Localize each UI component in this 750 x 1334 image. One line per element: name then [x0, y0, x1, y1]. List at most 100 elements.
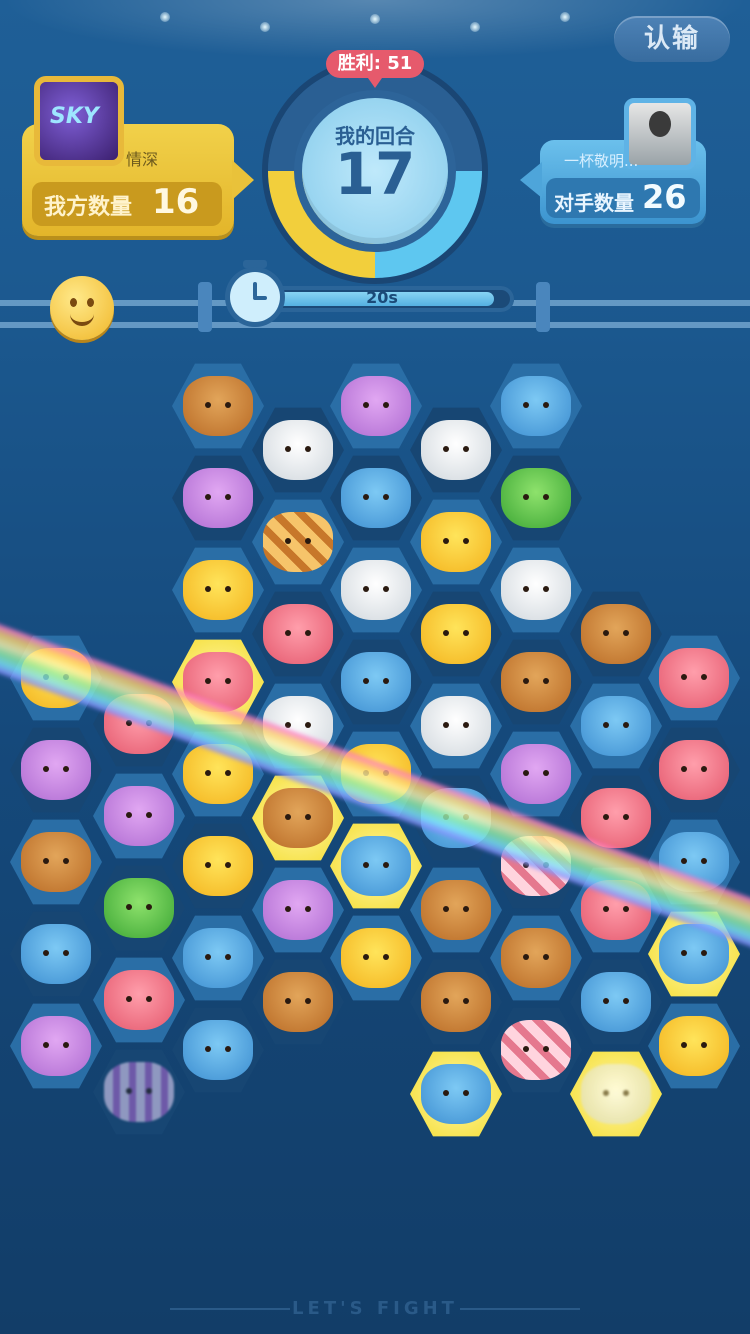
piece-eye: [543, 954, 549, 960]
board-cell[interactable]: [570, 591, 662, 677]
board-cell[interactable]: [172, 823, 264, 909]
board-cell[interactable]: [490, 915, 582, 1001]
board-cell[interactable]: [93, 1049, 185, 1135]
piece-eye: [681, 858, 687, 864]
pig-piece-icon: [104, 970, 174, 1030]
piece-eye: [126, 996, 132, 1002]
piece-eye: [543, 770, 549, 776]
board-cell[interactable]: [252, 959, 344, 1045]
board-cell[interactable]: [490, 547, 582, 633]
emoji-button[interactable]: [50, 276, 114, 340]
board-cell[interactable]: [10, 819, 102, 905]
board-cell[interactable]: [570, 959, 662, 1045]
stage-light-icon: [470, 22, 480, 32]
clock-top: [243, 260, 267, 268]
board-cell[interactable]: [330, 547, 422, 633]
board-cell[interactable]: [410, 591, 502, 677]
piece-eye: [363, 954, 369, 960]
board-cell[interactable]: [490, 455, 582, 541]
board-cell[interactable]: [490, 639, 582, 725]
bear-piece-icon: [501, 928, 571, 988]
chick-piece-icon: [421, 512, 491, 572]
chick-piece-icon: [421, 604, 491, 664]
piece-eye: [383, 494, 389, 500]
board-cell[interactable]: [570, 683, 662, 769]
piece-eye: [681, 674, 687, 680]
surrender-button[interactable]: 认输: [614, 16, 730, 62]
cloud-piece-icon: [501, 376, 571, 436]
piece-eye: [225, 1046, 231, 1052]
piece-eye: [523, 770, 529, 776]
piece-eye: [623, 814, 629, 820]
board-cell[interactable]: [93, 773, 185, 859]
board-cell[interactable]: [410, 1051, 502, 1137]
board-cell[interactable]: [172, 455, 264, 541]
piece-eye: [146, 1088, 152, 1094]
pig-piece-icon: [263, 604, 333, 664]
board-cell[interactable]: [252, 407, 344, 493]
piece-eye: [363, 678, 369, 684]
board-cell[interactable]: [330, 915, 422, 1001]
board-cell[interactable]: [172, 915, 264, 1001]
board-cell[interactable]: [93, 957, 185, 1043]
board-cell[interactable]: [330, 363, 422, 449]
board-cell[interactable]: [252, 867, 344, 953]
stripes-piece-icon: [104, 1062, 174, 1122]
chick-piece-icon: [183, 836, 253, 896]
piece-eye: [701, 858, 707, 864]
piece-eye: [43, 1042, 49, 1048]
opponent-panel-arrow: [520, 162, 542, 198]
board-cell[interactable]: [330, 823, 422, 909]
board-cell[interactable]: [252, 499, 344, 585]
piece-eye: [205, 954, 211, 960]
board-cell[interactable]: [410, 407, 502, 493]
cloud-piece-icon: [183, 1020, 253, 1080]
board-cell[interactable]: [330, 455, 422, 541]
bear-piece-icon: [21, 832, 91, 892]
board-cell[interactable]: [410, 867, 502, 953]
chick-piece-icon: [659, 1016, 729, 1076]
board-cell[interactable]: [410, 683, 502, 769]
board-cell[interactable]: [570, 1051, 662, 1137]
piece-eye: [305, 722, 311, 728]
board-cell[interactable]: [172, 547, 264, 633]
board-cell[interactable]: [10, 727, 102, 813]
piece-eye: [463, 1090, 469, 1096]
piece-eye: [523, 402, 529, 408]
wins-badge-tail: [368, 78, 382, 88]
board-cell[interactable]: [648, 635, 740, 721]
bear-piece-icon: [421, 972, 491, 1032]
piece-eye: [623, 906, 629, 912]
board-cell[interactable]: [410, 499, 502, 585]
board-cell[interactable]: [172, 363, 264, 449]
piece-eye: [681, 766, 687, 772]
board-cell[interactable]: [490, 1007, 582, 1093]
piece-eye: [463, 998, 469, 1004]
board-cell[interactable]: [10, 911, 102, 997]
piece-eye: [701, 766, 707, 772]
board-cell[interactable]: [93, 865, 185, 951]
board-cell[interactable]: [648, 727, 740, 813]
board-cell[interactable]: [490, 363, 582, 449]
piece-eye: [225, 954, 231, 960]
piece-eye: [285, 538, 291, 544]
board-cell[interactable]: [490, 731, 582, 817]
board-cell[interactable]: [410, 959, 502, 1045]
board-cell[interactable]: [648, 1003, 740, 1089]
turn-count: 17: [334, 140, 416, 208]
board-cell[interactable]: [172, 1007, 264, 1093]
piece-eye: [543, 402, 549, 408]
bear-piece-icon: [581, 604, 651, 664]
piece-eye: [543, 494, 549, 500]
my-avatar[interactable]: SKY: [34, 76, 124, 166]
board-cell[interactable]: [10, 1003, 102, 1089]
piece-eye: [681, 1042, 687, 1048]
stage-light-icon: [260, 22, 270, 32]
piece-eye: [443, 1090, 449, 1096]
piece-eye: [363, 862, 369, 868]
piece-eye: [305, 814, 311, 820]
board-cell[interactable]: [330, 639, 422, 725]
board-cell[interactable]: [252, 591, 344, 677]
avatar-logo: SKY: [50, 104, 99, 129]
cat-piece-icon: [341, 376, 411, 436]
